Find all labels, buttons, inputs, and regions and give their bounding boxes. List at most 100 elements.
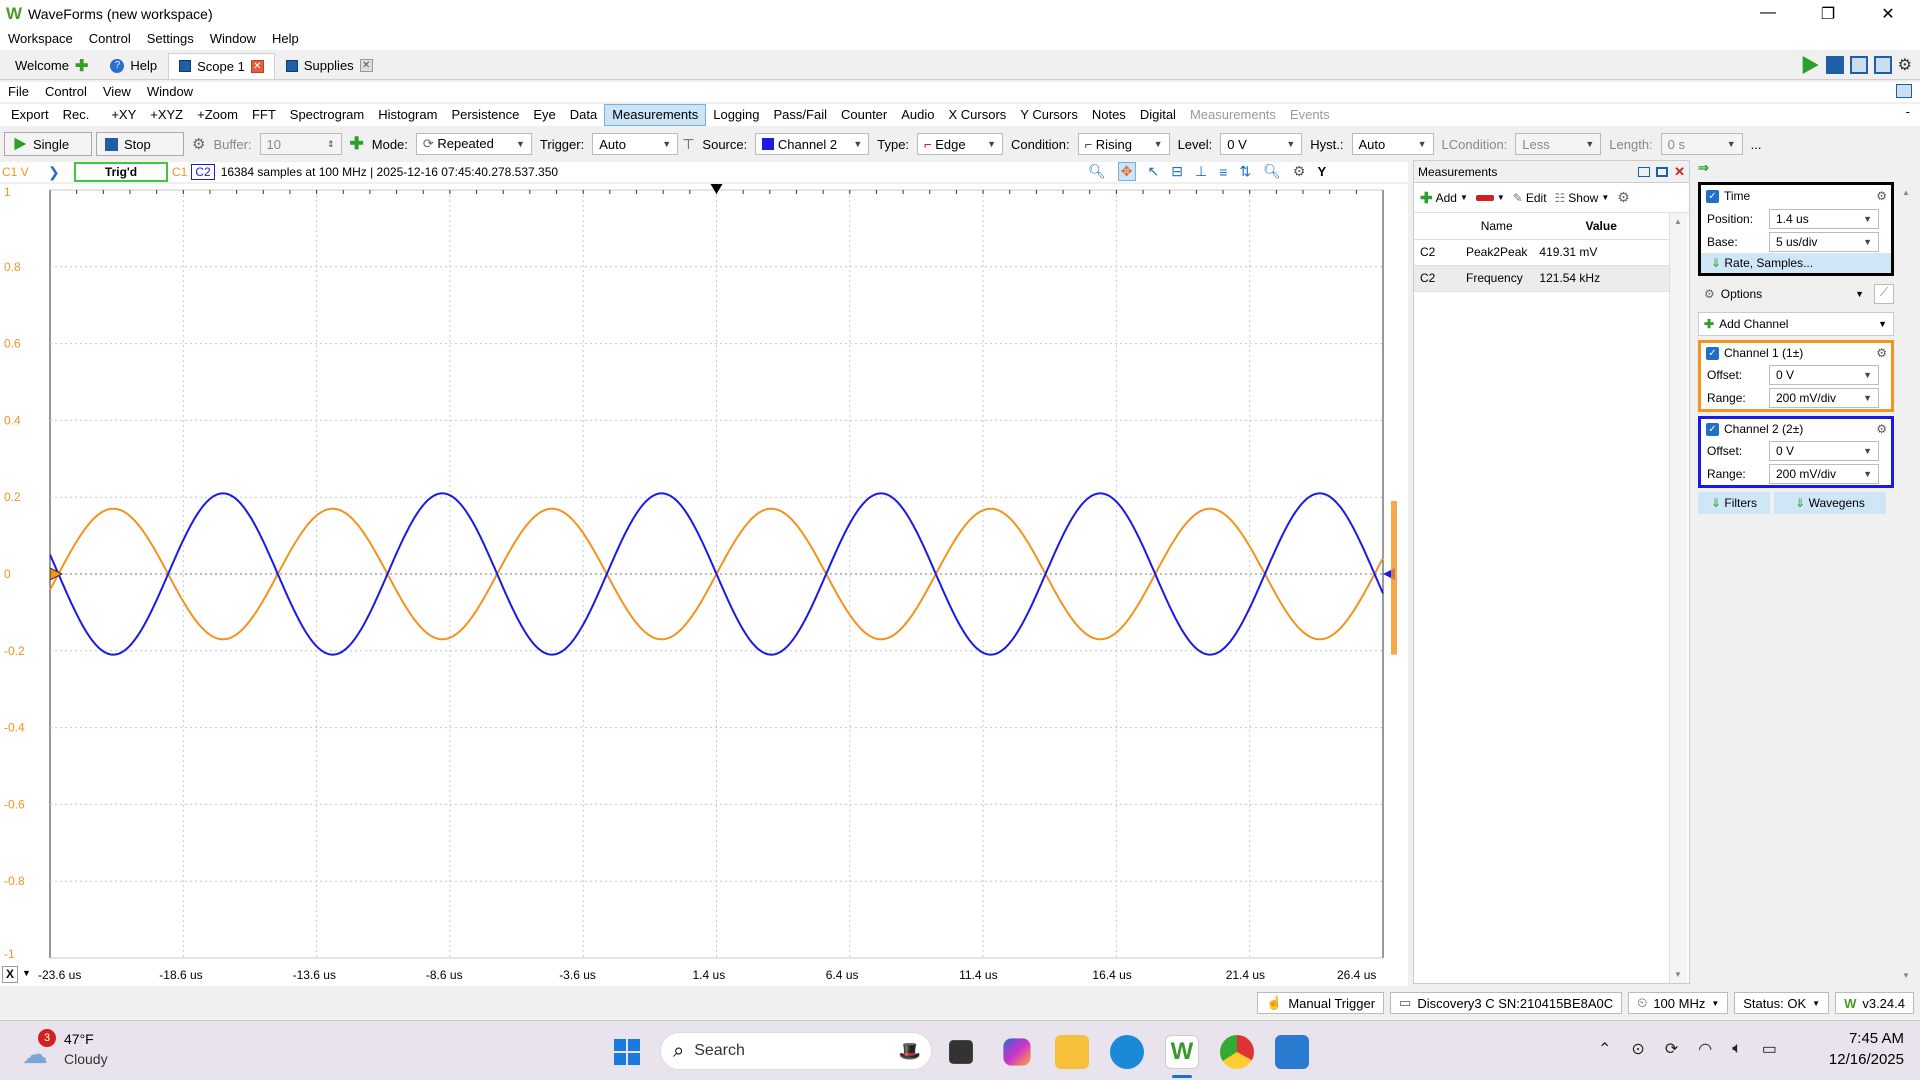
search-box[interactable]: ⌕ Search 🎩 <box>660 1032 932 1070</box>
scope-menu-view[interactable]: View <box>95 81 139 103</box>
time-settings-icon[interactable]: ⚙ <box>1876 189 1887 203</box>
tool-audio[interactable]: Audio <box>894 104 941 126</box>
run-all-icon[interactable] <box>1802 56 1819 74</box>
source-select[interactable]: Channel 2 ▼ <box>755 133 870 155</box>
restore-button[interactable]: ❐ <box>1808 4 1848 24</box>
menu-help[interactable]: Help <box>264 28 307 50</box>
ch2-range-select[interactable]: 200 mV/div ▼ <box>1769 463 1879 484</box>
edge-icon[interactable] <box>1110 1035 1144 1069</box>
buffer-stepper[interactable]: 10 ⇕ <box>259 133 342 155</box>
task-view-icon[interactable] <box>949 1040 973 1064</box>
tool-data[interactable]: Data <box>563 104 604 126</box>
measurement-settings-icon[interactable]: ⚙ <box>1617 189 1630 206</box>
close-tab-icon[interactable]: ✕ <box>250 59 264 73</box>
gear-icon[interactable]: ⚙ <box>1898 55 1912 75</box>
status-select[interactable]: Status: OK ▼ <box>1734 992 1830 1014</box>
tool-digital[interactable]: Digital <box>1133 104 1183 126</box>
plot-settings-icon[interactable]: ⚙ <box>1293 163 1306 180</box>
tool-spectrogram[interactable]: Spectrogram <box>283 104 371 126</box>
pan-icon[interactable]: ✥ <box>1117 162 1136 181</box>
stop-button[interactable]: Stop <box>96 132 184 156</box>
tool-notes[interactable]: Notes <box>1085 104 1133 126</box>
edit-options-icon[interactable]: ⟋ <box>1874 284 1894 304</box>
single-button[interactable]: Single <box>4 132 92 156</box>
show-measurement-button[interactable]: ☷ Show ▼ <box>1555 191 1610 205</box>
right-panel-scrollbar[interactable]: ▲ ▼ <box>1898 180 1914 980</box>
copilot-icon[interactable] <box>1003 1038 1031 1066</box>
buffer-settings-icon[interactable]: ⚙ <box>192 135 205 153</box>
options-dropdown[interactable]: ⚙ Options ▼ ⟋ <box>1698 282 1894 306</box>
photos-icon[interactable] <box>1275 1035 1309 1069</box>
tool-eye[interactable]: Eye <box>526 104 562 126</box>
file-explorer-icon[interactable] <box>1055 1035 1089 1069</box>
menu-window[interactable]: Window <box>202 28 264 50</box>
scope-menu-control[interactable]: Control <box>37 81 95 103</box>
chevron-right-icon[interactable]: ❯ <box>48 164 74 181</box>
tool-pass-fail[interactable]: Pass/Fail <box>767 104 834 126</box>
tab-help[interactable]: ? Help <box>99 53 168 79</box>
version-badge[interactable]: Wv3.24.4 <box>1835 992 1914 1014</box>
tab-welcome[interactable]: Welcome ✚ <box>4 53 99 79</box>
close-panel-icon[interactable]: ✕ <box>1674 164 1685 180</box>
table-row[interactable]: C2 Peak2Peak 419.31 mV <box>1414 239 1669 266</box>
battery-icon[interactable]: ▭ <box>1762 1039 1777 1059</box>
tool-zoom[interactable]: +Zoom <box>190 104 245 126</box>
minimize-button[interactable]: — <box>1748 4 1788 22</box>
undock-icon[interactable] <box>1896 84 1912 98</box>
chrome-icon[interactable] <box>1220 1035 1254 1069</box>
checkbox-icon[interactable]: ✓ <box>1706 189 1719 203</box>
table-row[interactable]: C2 Frequency 121.54 kHz <box>1414 265 1669 292</box>
wifi-icon[interactable]: ◠ <box>1698 1039 1712 1059</box>
dock-icon[interactable] <box>1873 56 1892 74</box>
x-axis-button[interactable]: X <box>2 966 18 983</box>
tool-measurements[interactable]: Measurements <box>604 104 707 126</box>
trigger-select[interactable]: Auto ▼ <box>592 133 679 155</box>
tool-x-cursors[interactable]: X Cursors <box>941 104 1013 126</box>
scale-icon[interactable]: ⇅ <box>1239 163 1251 180</box>
wavegens-button[interactable]: ⇓ Wavegens <box>1774 492 1886 514</box>
device-indicator[interactable]: ▭ Discovery3 C SN:210415BE8A0C <box>1390 992 1623 1014</box>
float-panel-icon[interactable] <box>1638 166 1651 177</box>
security-icon[interactable]: ⊙ <box>1631 1039 1644 1059</box>
rate-samples-button[interactable]: ⇓ Rate, Samples... <box>1701 253 1891 273</box>
tool-logging[interactable]: Logging <box>706 104 766 126</box>
menu-settings[interactable]: Settings <box>139 28 202 50</box>
c1-indicator[interactable]: C1 <box>168 165 191 179</box>
clock-date[interactable]: 12/16/2025 <box>1812 1051 1904 1068</box>
menu-workspace[interactable]: Workspace <box>0 28 81 50</box>
tool-rec[interactable]: Rec. <box>56 104 97 126</box>
weather-widget[interactable]: ☁ 3 <box>22 1029 58 1069</box>
clock-time[interactable]: 7:45 AM <box>1822 1030 1904 1047</box>
ch2-offset-select[interactable]: 0 V ▼ <box>1769 440 1879 461</box>
tool-fft[interactable]: FFT <box>245 104 283 126</box>
zoom-icon[interactable]: 🔍︎ <box>1088 163 1106 180</box>
sync-icon[interactable]: ⟳ <box>1665 1039 1678 1059</box>
maximize-panel-icon[interactable] <box>1656 166 1669 177</box>
checkbox-icon[interactable]: ✓ <box>1706 346 1719 360</box>
scope-menu-window[interactable]: Window <box>139 81 201 103</box>
measurements-scrollbar[interactable]: ▲ ▼ <box>1669 213 1687 983</box>
edit-measurement-button[interactable]: ✎ Edit <box>1513 191 1547 205</box>
menu-control[interactable]: Control <box>81 28 139 50</box>
cursor-icon[interactable]: ↖ <box>1148 163 1160 180</box>
manual-trigger-button[interactable]: ☝ Manual Trigger <box>1257 992 1385 1014</box>
tool-export[interactable]: Export <box>4 104 56 126</box>
chevron-down-icon[interactable]: ▼ <box>22 968 31 978</box>
ch1-range-select[interactable]: 200 mV/div ▼ <box>1769 387 1879 408</box>
hyst-select[interactable]: Auto ▼ <box>1351 133 1434 155</box>
tool-xy[interactable]: +XY <box>104 104 143 126</box>
tool-y-cursors[interactable]: Y Cursors <box>1013 104 1085 126</box>
checkbox-icon[interactable]: ✓ <box>1706 422 1719 436</box>
scope-plot[interactable]: 1 0.8 0.6 0.4 0.2 0 -0.2 -0.4 -0.6 -0.8 -1 <box>0 184 1408 974</box>
tab-scope-1[interactable]: Scope 1 ✕ <box>168 52 275 79</box>
ch1-offset-select[interactable]: 0 V ▼ <box>1769 364 1879 385</box>
volume-icon[interactable]: 🔈︎ <box>1732 1040 1742 1058</box>
tool-histogram[interactable]: Histogram <box>371 104 444 126</box>
channel-2-settings-icon[interactable]: ⚙ <box>1876 422 1887 436</box>
remove-measurement-button[interactable]: ▼ <box>1475 193 1505 202</box>
h-fit-icon[interactable]: ⊟ <box>1171 163 1183 180</box>
position-select[interactable]: 1.4 us ▼ <box>1769 208 1879 229</box>
layout-icon[interactable] <box>1849 56 1868 74</box>
tool-persistence[interactable]: Persistence <box>444 104 526 126</box>
y-axis-button[interactable]: Y <box>1317 164 1326 179</box>
